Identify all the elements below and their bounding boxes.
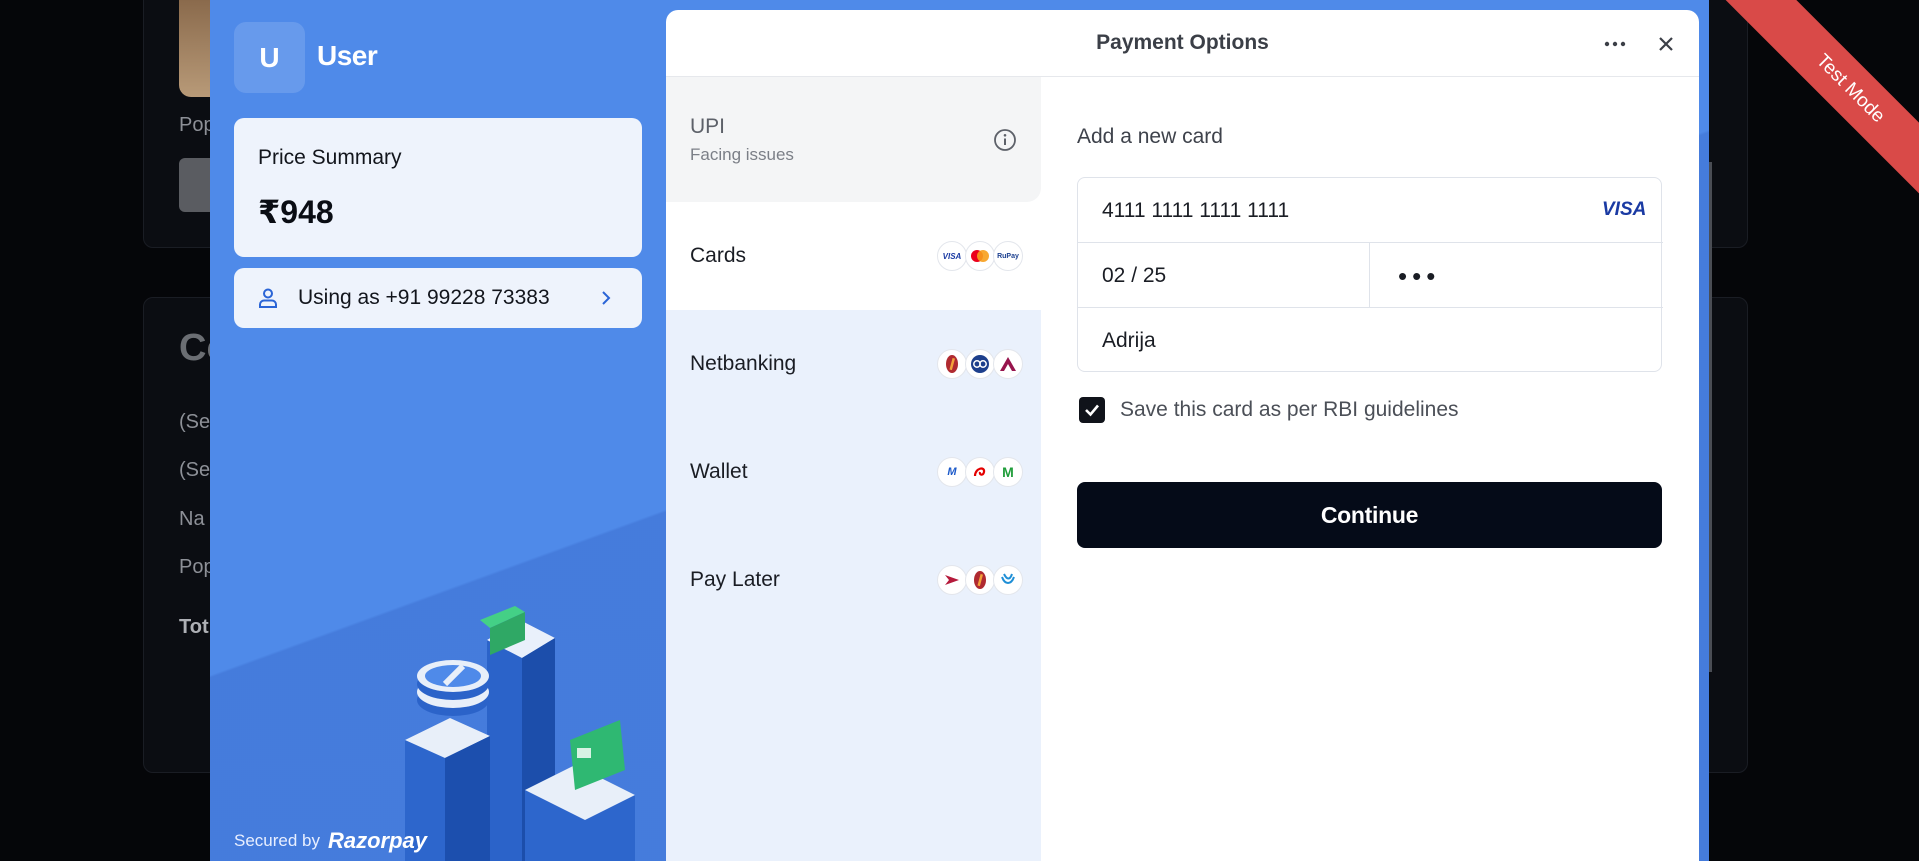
person-icon <box>259 288 277 308</box>
panel-header: Payment Options <box>666 10 1699 77</box>
background-text: Na <box>179 508 205 530</box>
wallet-badges: M M <box>937 457 1023 487</box>
save-card-row: Save this card as per RBI guidelines <box>1077 397 1459 423</box>
test-mode-ribbon: Test Mode <box>1709 0 1919 210</box>
icici-paylater-icon <box>965 565 995 595</box>
card-network-badges: VISA RuPay <box>937 241 1023 271</box>
checkmark-icon <box>1085 404 1099 417</box>
simpl-icon <box>993 565 1023 595</box>
merchant-sidebar: U User Price Summary ₹948 Using as +91 9… <box>210 0 666 861</box>
save-card-checkbox[interactable] <box>1079 397 1105 423</box>
background-text: (Se <box>179 411 211 433</box>
axis-bank-icon <box>993 349 1023 379</box>
mastercard-icon <box>965 241 995 271</box>
page-title: Payment Options <box>1096 31 1269 54</box>
card-number-input[interactable]: 4111 1111 1111 1111 <box>1078 178 1663 243</box>
razorpay-logo: Razorpay <box>328 828 428 853</box>
pay-later-badges <box>937 565 1023 595</box>
card-details-box: 4111 1111 1111 1111 VISA 02 / 25 ••• Adr… <box>1077 177 1663 373</box>
more-options-icon[interactable] <box>1600 32 1630 56</box>
continue-button[interactable]: Continue <box>1077 482 1662 548</box>
price-summary-card: Price Summary ₹948 <box>234 118 642 257</box>
background-text: (Se <box>179 459 211 481</box>
cvv-input[interactable]: ••• <box>1370 243 1663 308</box>
cardholder-name-input[interactable]: Adrija <box>1078 308 1663 373</box>
bank-badges <box>937 349 1023 379</box>
airtel-icon <box>965 457 995 487</box>
card-form-title: Add a new card <box>1077 125 1223 148</box>
method-upi[interactable]: UPI Facing issues <box>666 77 1041 202</box>
method-cards-label: Cards <box>690 244 747 267</box>
info-icon[interactable] <box>993 128 1017 152</box>
merchant-avatar: U <box>234 22 305 93</box>
merchant-name: User <box>317 40 378 71</box>
method-netbanking-label: Netbanking <box>690 352 797 375</box>
method-pay-later-label: Pay Later <box>690 568 780 591</box>
secured-by-footer: Secured by Razorpay <box>234 828 427 854</box>
method-cards[interactable]: Cards VISA RuPay <box>666 202 1041 310</box>
method-netbanking[interactable]: Netbanking <box>666 310 1041 418</box>
method-upi-status: Facing issues <box>690 144 794 164</box>
background-text: Tot <box>179 616 209 638</box>
jio-money-icon: M <box>993 457 1023 487</box>
close-icon[interactable] <box>1654 32 1678 56</box>
rupay-icon: RuPay <box>993 241 1023 271</box>
visa-icon: VISA <box>937 241 967 271</box>
payment-methods-list: UPI Facing issues Cards VISA RuPay Netba… <box>666 77 1041 861</box>
method-upi-label: UPI <box>690 114 726 138</box>
method-wallet-label: Wallet <box>690 460 748 483</box>
save-card-label: Save this card as per RBI guidelines <box>1120 398 1459 421</box>
chevron-right-icon <box>602 291 611 305</box>
payment-options-panel: Payment Options UPI Facing issues Cards … <box>666 10 1699 861</box>
icici-bank-icon <box>937 349 967 379</box>
hdfc-bank-icon <box>965 349 995 379</box>
price-amount: ₹948 <box>258 194 334 230</box>
method-wallet[interactable]: Wallet M M <box>666 418 1041 526</box>
checkout-illustration <box>405 606 635 861</box>
checkout-modal: U User Price Summary ₹948 Using as +91 9… <box>210 0 1709 861</box>
price-summary-label: Price Summary <box>258 146 402 169</box>
user-contact-button[interactable]: Using as +91 99228 73383 <box>234 268 642 328</box>
visa-icon: VISA <box>1602 199 1647 220</box>
test-mode-label: Test Mode <box>1715 0 1919 210</box>
method-pay-later[interactable]: Pay Later <box>666 526 1041 634</box>
user-contact-label: Using as +91 99228 73383 <box>298 286 550 309</box>
secured-by-label: Secured by <box>234 831 320 850</box>
mobikwik-icon: M <box>937 457 967 487</box>
expiry-input[interactable]: 02 / 25 <box>1078 243 1370 308</box>
epaylater-icon <box>937 565 967 595</box>
